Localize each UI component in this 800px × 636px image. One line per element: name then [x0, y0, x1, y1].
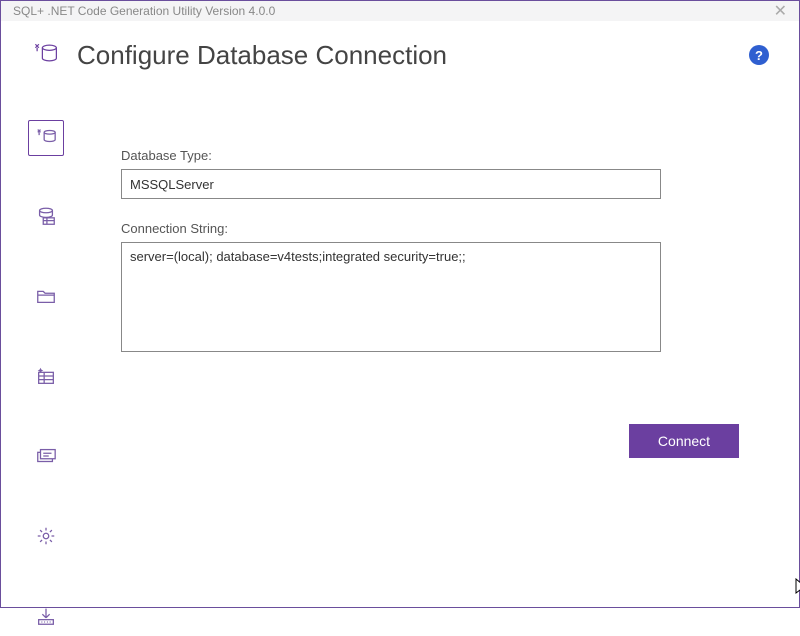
sidebar: [1, 88, 91, 636]
card-icon: [35, 445, 57, 472]
sidebar-item-card[interactable]: [28, 440, 64, 476]
help-icon[interactable]: ?: [749, 45, 769, 65]
title-bar: SQL+ .NET Code Generation Utility Versio…: [1, 1, 799, 21]
main-panel: Database Type: Connection String: Connec…: [91, 88, 799, 636]
sidebar-item-folder[interactable]: [28, 280, 64, 316]
page-title: Configure Database Connection: [77, 40, 447, 71]
app-window: SQL+ .NET Code Generation Utility Versio…: [0, 0, 800, 608]
body: Database Type: Connection String: Connec…: [1, 88, 799, 636]
gear-icon: [35, 525, 57, 552]
connection-string-input[interactable]: [121, 242, 661, 352]
download-icon: [35, 605, 57, 632]
sidebar-item-database[interactable]: [28, 200, 64, 236]
sidebar-item-settings[interactable]: [28, 520, 64, 556]
database-table-icon: [35, 205, 57, 232]
page-header: Configure Database Connection ?: [1, 21, 799, 88]
connect-button[interactable]: Connect: [629, 424, 739, 458]
list-sparkle-icon: [35, 365, 57, 392]
window-title: SQL+ .NET Code Generation Utility Versio…: [13, 4, 275, 18]
plug-database-header-icon: [31, 39, 59, 72]
folder-icon: [35, 285, 57, 312]
close-icon[interactable]: ✕: [774, 1, 787, 21]
sidebar-item-download[interactable]: [28, 600, 64, 636]
connection-string-label: Connection String:: [121, 221, 739, 236]
sidebar-item-list[interactable]: [28, 360, 64, 396]
sidebar-item-connection[interactable]: [28, 120, 64, 156]
plug-database-icon: [35, 125, 57, 152]
db-type-input[interactable]: [121, 169, 661, 199]
mouse-cursor-icon: [795, 578, 800, 598]
db-type-label: Database Type:: [121, 148, 739, 163]
